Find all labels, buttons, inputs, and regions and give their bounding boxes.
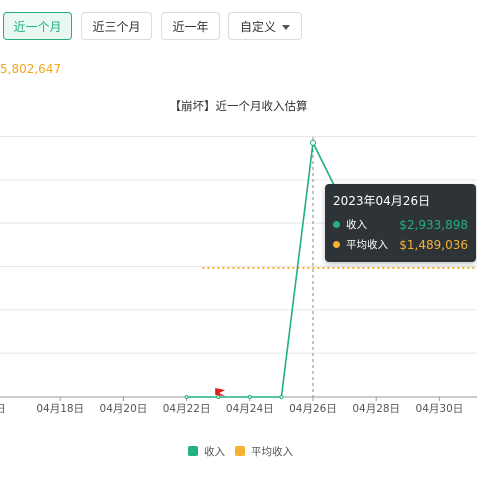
legend-revenue-label: 收入 (204, 446, 225, 458)
revenue-point (184, 395, 189, 399)
tooltip-revenue-marker (333, 220, 340, 228)
legend-average-label: 平均收入 (251, 446, 293, 458)
chart-legend: 收入 平均收入 (0, 444, 477, 458)
revenue-point (247, 395, 252, 399)
x-tick-label: 04月30日 (416, 403, 464, 415)
legend-item-average[interactable]: 平均收入 (235, 444, 293, 459)
x-tick-label: 04月28日 (352, 403, 400, 415)
tooltip-row-average: 平均收入 $1,489,036 (333, 235, 468, 255)
x-tick-label: 04月18日 (36, 403, 84, 415)
x-tick-label: 04月24日 (226, 403, 274, 415)
x-tick-label: 04月22日 (163, 403, 211, 415)
chart-tooltip: 2023年04月26日 收入 $2,933,898 平均收入 $1,489,03… (325, 184, 476, 262)
legend-average-swatch (235, 446, 245, 456)
tooltip-date: 2023年04月26日 (333, 194, 431, 208)
tooltip-average-marker (333, 240, 340, 248)
tooltip-average-value: $1,489,036 (399, 238, 468, 252)
x-tick-label: 04月26日 (289, 403, 337, 415)
revenue-point (279, 395, 284, 399)
tooltip-row-revenue: 收入 $2,933,898 (333, 215, 468, 235)
x-tick-label: 04月20日 (100, 403, 148, 415)
tooltip-revenue-value: $2,933,898 (399, 218, 468, 232)
revenue-point (216, 395, 221, 399)
legend-item-revenue[interactable]: 收入 (188, 444, 225, 459)
tooltip-revenue-label: 收入 (346, 219, 367, 231)
legend-revenue-swatch (188, 446, 198, 456)
series-revenue-line (186, 139, 346, 398)
revenue-point (310, 139, 316, 146)
tooltip-average-label: 平均收入 (346, 239, 388, 251)
x-tick-label: 6日 (0, 403, 6, 415)
